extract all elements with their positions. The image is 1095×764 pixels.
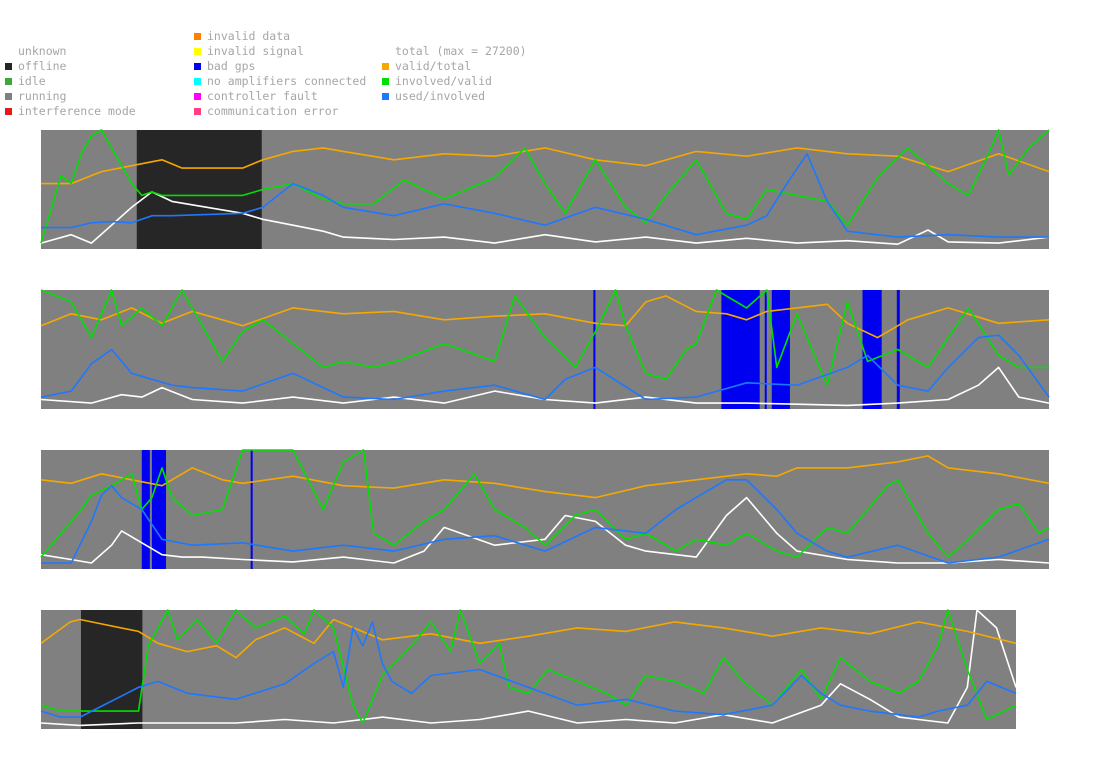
status-segment-bad-gps [250,450,253,569]
chart-panel-2 [40,289,1050,409]
status-segment-bad-gps [721,290,760,409]
status-segment-offline [136,130,262,249]
chart-panel-4 [40,609,1017,729]
status-segment-bad-gps [141,450,150,569]
status-segment-bad-gps [593,290,596,409]
chart-panel-1 [40,129,1050,249]
status-segment-bad-gps [862,290,882,409]
status-segment-bad-gps [764,290,767,409]
status-segment-bad-gps [151,450,166,569]
chart-panel-3 [40,449,1050,569]
chart-stack [40,129,1050,729]
